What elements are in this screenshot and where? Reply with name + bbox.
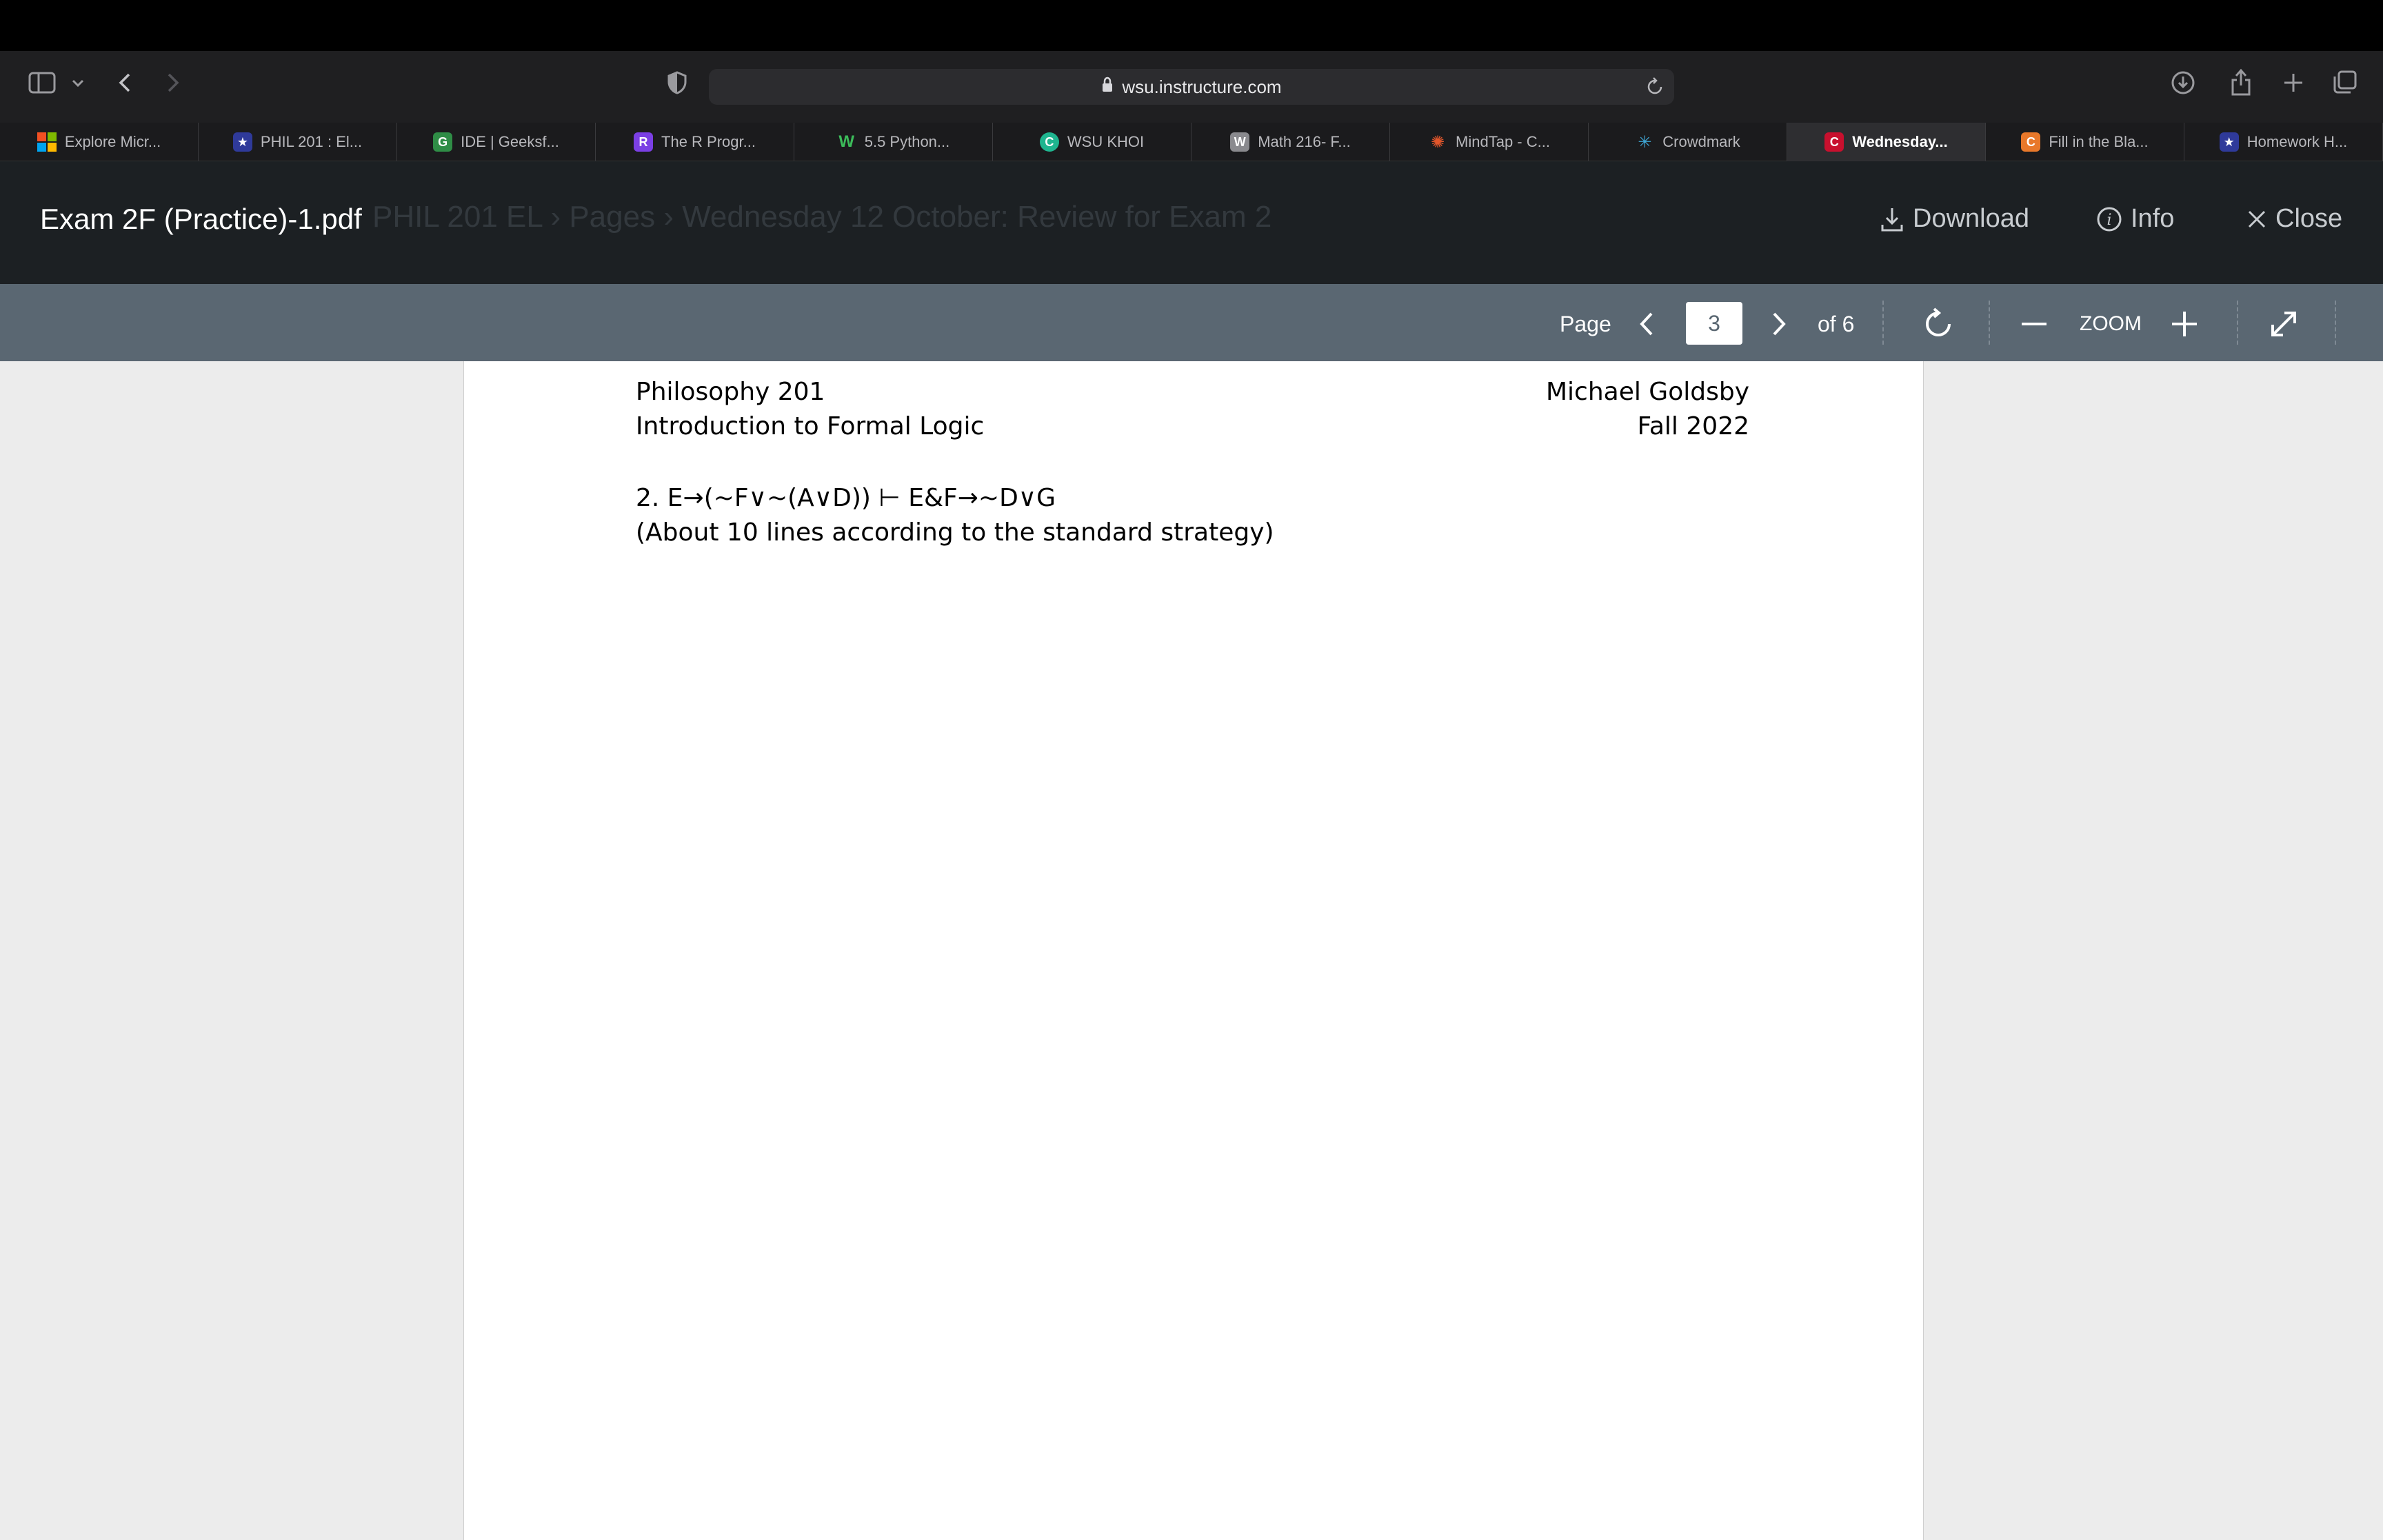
top-black-strip: [0, 0, 2383, 51]
zoom-out-button[interactable]: [2020, 303, 2048, 345]
download-icon: [1880, 205, 1904, 233]
reload-icon[interactable]: [1645, 77, 1665, 101]
svg-text:i: i: [2107, 212, 2111, 229]
forward-icon[interactable]: [163, 68, 183, 98]
star-badge-icon: ★: [2219, 132, 2239, 152]
lock-icon: [1101, 77, 1114, 98]
back-icon[interactable]: [114, 68, 135, 98]
tab-label: Homework H...: [2246, 133, 2348, 150]
browser-tab[interactable]: C Wednesday...: [1787, 123, 1986, 161]
browser-tab[interactable]: ✳ Crowdmark: [1589, 123, 1787, 161]
khoi-icon: C: [1039, 132, 1059, 152]
zoom-in-button[interactable]: [2171, 303, 2198, 345]
browser-tab[interactable]: G IDE | Geeksf...: [397, 123, 596, 161]
toolbar-divider: [2335, 301, 2336, 345]
problem-note: (About 10 lines according to the standar…: [636, 518, 1274, 547]
plus-icon: [2172, 312, 2197, 336]
problem-statement: 2. E→(~F∨~(A∨D)) ⊢ E&F→~D∨G: [636, 484, 1056, 512]
geeksforgeeks-icon: G: [433, 132, 453, 152]
tab-label: IDE | Geeksf...: [461, 133, 559, 150]
browser-tab[interactable]: C WSU KHOI: [993, 123, 1192, 161]
tab-label: 5.5 Python...: [864, 133, 950, 150]
tab-label: WSU KHOI: [1067, 133, 1145, 150]
c-orange-icon: C: [2021, 132, 2041, 152]
minus-icon: [2022, 323, 2047, 325]
expand-icon: [2271, 312, 2296, 336]
close-label: Close: [2275, 204, 2343, 233]
browser-tab[interactable]: ★ PHIL 201 : El...: [199, 123, 397, 161]
term: Fall 2022: [1637, 412, 1749, 440]
page-count: of 6: [1818, 311, 1855, 336]
chevron-down-icon[interactable]: [69, 73, 87, 94]
next-page-button[interactable]: [1767, 303, 1791, 345]
info-button[interactable]: i Info: [2096, 204, 2174, 234]
course-title: Introduction to Formal Logic: [636, 412, 985, 440]
close-icon: [2246, 209, 2267, 230]
downloads-icon[interactable]: [2169, 69, 2197, 97]
r-program-icon: R: [634, 132, 654, 152]
tab-label: MindTap - C...: [1456, 133, 1550, 150]
chevron-left-icon: [1640, 312, 1653, 336]
w-square-icon: W: [1230, 132, 1250, 152]
new-tab-icon[interactable]: [2280, 69, 2307, 97]
canvas-icon: C: [1824, 132, 1844, 152]
instructor-name: Michael Goldsby: [1545, 378, 1749, 406]
toolbar-divider: [2237, 301, 2238, 345]
star-badge-icon: ★: [232, 132, 252, 152]
w-green-icon: W: [838, 132, 855, 151]
close-button[interactable]: Close: [2246, 204, 2342, 234]
tab-label: Explore Micr...: [64, 133, 161, 150]
info-label: Info: [2131, 204, 2175, 233]
background-breadcrumb: PHIL 201 EL › Pages › Wednesday 12 Octob…: [372, 200, 1272, 234]
tab-label: The R Progr...: [661, 133, 756, 150]
privacy-shield-icon[interactable]: [665, 69, 690, 97]
rotate-button[interactable]: [1920, 303, 1957, 345]
browser-tab[interactable]: ★ Homework H...: [2184, 123, 2383, 161]
rotate-icon: [1926, 307, 1951, 336]
chevron-right-icon: [1773, 312, 1786, 336]
toolbar-divider: [1882, 301, 1884, 345]
tab-label: Wednesday...: [1852, 133, 1948, 150]
browser-tab[interactable]: ✺ MindTap - C...: [1390, 123, 1589, 161]
tab-overview-icon[interactable]: [2331, 68, 2360, 97]
tab-label: Fill in the Bla...: [2049, 133, 2149, 150]
browser-tab[interactable]: W Math 216- F...: [1192, 123, 1390, 161]
page-label: Page: [1560, 311, 1611, 336]
address-bar[interactable]: wsu.instructure.com: [709, 69, 1674, 105]
crowdmark-icon: ✳: [1638, 132, 1652, 152]
info-icon: i: [2096, 206, 2122, 232]
browser-tab[interactable]: Explore Micr...: [0, 123, 199, 161]
tab-strip: Explore Micr... ★ PHIL 201 : El... G IDE | G…: [0, 123, 2383, 161]
mindtap-icon: ✺: [1430, 132, 1445, 152]
browser-tab[interactable]: C Fill in the Bla...: [1986, 123, 2184, 161]
tab-label: Math 216- F...: [1258, 133, 1351, 150]
page-number-input[interactable]: [1686, 302, 1742, 345]
browser-tab[interactable]: R The R Progr...: [596, 123, 794, 161]
previous-page-button[interactable]: [1634, 303, 1659, 345]
sidebar-toggle-icon[interactable]: [26, 69, 58, 97]
download-label: Download: [1913, 204, 2029, 233]
share-icon[interactable]: [2227, 66, 2255, 98]
zoom-label: ZOOM: [2080, 312, 2142, 335]
download-button[interactable]: Download: [1880, 204, 2029, 234]
toolbar-divider: [1989, 301, 1990, 345]
microsoft-icon: [37, 132, 57, 152]
tab-label: PHIL 201 : El...: [260, 133, 363, 150]
course-number: Philosophy 201: [636, 378, 825, 406]
browser-tab[interactable]: W 5.5 Python...: [794, 123, 993, 161]
fullscreen-button[interactable]: [2267, 303, 2300, 345]
document-title: Exam 2F (Practice)-1.pdf: [40, 203, 362, 235]
tab-label: Crowdmark: [1662, 133, 1740, 150]
url-text: wsu.instructure.com: [1122, 76, 1282, 97]
